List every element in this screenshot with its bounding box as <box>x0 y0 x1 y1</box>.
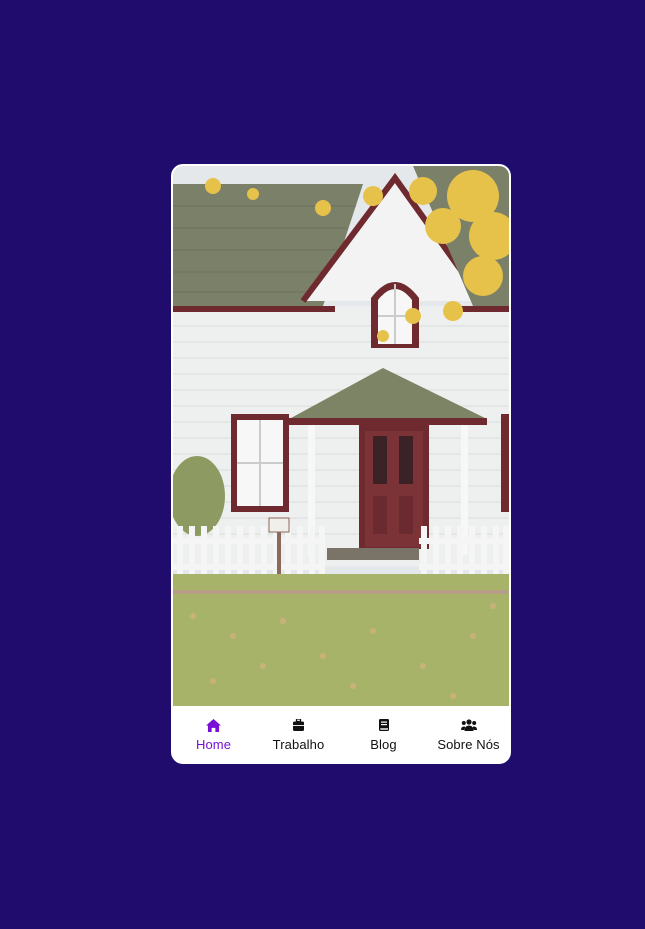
nav-label-trabalho: Trabalho <box>272 737 325 752</box>
home-icon <box>206 717 221 733</box>
hero-image <box>173 166 509 706</box>
nav-label-sobre-nos: Sobre Nós <box>437 737 500 752</box>
nav-label-blog: Blog <box>370 737 397 752</box>
bottom-nav: Home Trabalho Blog Sobre Nós <box>171 705 511 764</box>
nav-item-trabalho[interactable]: Trabalho <box>256 705 341 764</box>
briefcase-icon <box>293 717 304 733</box>
app-card: Home Trabalho Blog Sobre Nós <box>171 164 511 764</box>
nav-item-blog[interactable]: Blog <box>341 705 426 764</box>
users-icon <box>460 717 477 733</box>
nav-label-home: Home <box>195 737 232 752</box>
book-icon <box>378 717 389 733</box>
nav-item-home[interactable]: Home <box>171 705 256 764</box>
nav-item-sobre-nos[interactable]: Sobre Nós <box>426 705 511 764</box>
